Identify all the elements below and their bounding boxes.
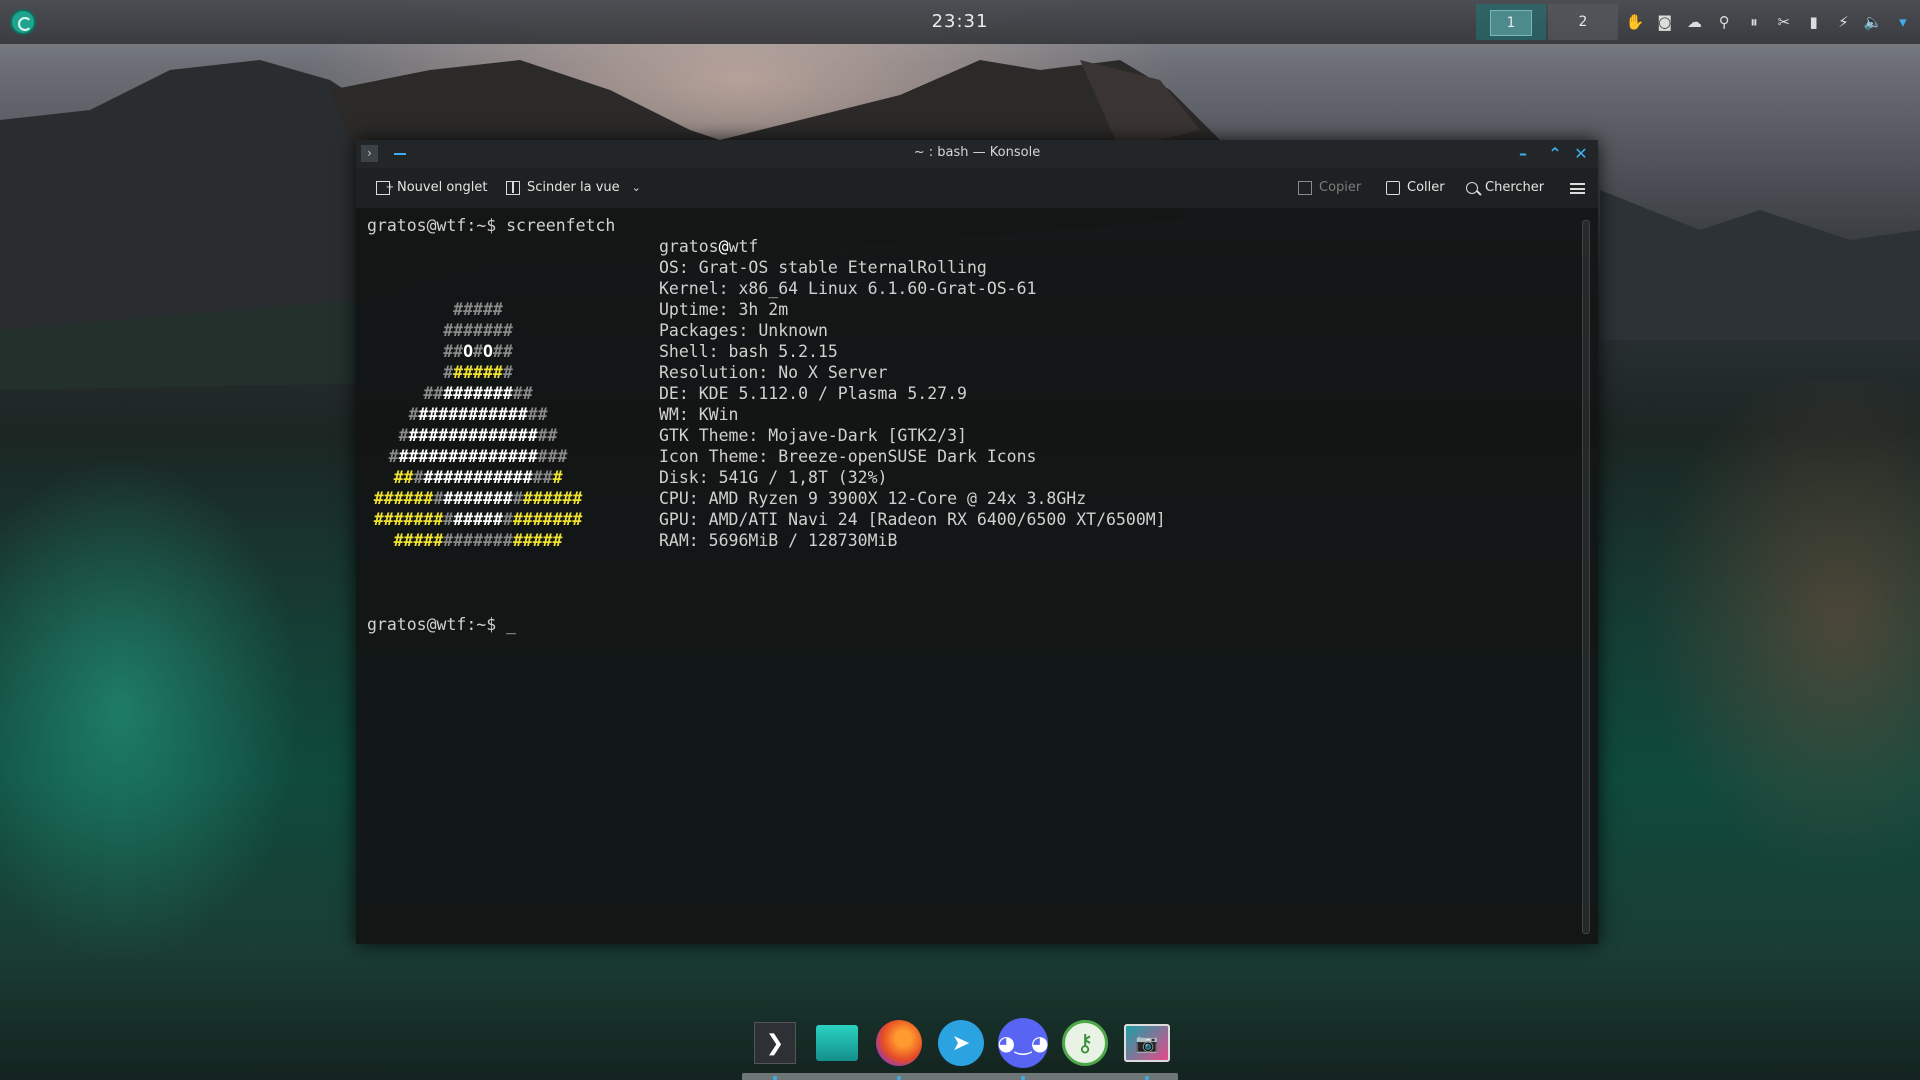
system-info-line: RAM: 5696MiB / 128730MiB: [659, 531, 898, 550]
desktop-2-button[interactable]: 2: [1548, 4, 1618, 40]
top-panel: 23:31 1 2 ✋ ◙ ☁ ⚲ ⏸ ✂ ▮ ⚡ 🔈 ▾: [0, 0, 1920, 44]
window-titlebar[interactable]: › ~ : bash — Konsole – ⌃ ✕: [356, 140, 1598, 168]
dock-telegram[interactable]: ➤: [930, 1014, 992, 1072]
system-info-line: Icon Theme: Breeze-openSUSE Dark Icons: [659, 447, 1037, 466]
dock-firefox[interactable]: [868, 1014, 930, 1072]
wallpaper-water: [0, 380, 380, 1080]
split-view-icon: [506, 181, 520, 195]
network-icon[interactable]: ⚡: [1832, 11, 1854, 33]
at-sign: @: [718, 237, 729, 256]
key-icon: ⚷: [1062, 1020, 1108, 1066]
new-tab-icon: [376, 178, 394, 198]
logo-row: #####################: [373, 510, 583, 529]
paste-label: Coller: [1407, 180, 1445, 195]
new-tab-label: Nouvel onglet: [397, 180, 488, 195]
system-info-line: Uptime: 3h 2m: [659, 300, 789, 319]
search-icon: [1466, 182, 1478, 194]
logo-row: ##O#O##: [443, 342, 513, 361]
minimize-button[interactable]: –: [1512, 143, 1534, 165]
telegram-icon: ➤: [938, 1020, 984, 1066]
dock-bar: [742, 1073, 1178, 1080]
logo-row: ##############: [408, 405, 548, 424]
prompt-line-1: gratos@wtf:~$ screenfetch: [367, 216, 616, 235]
usb-device-icon[interactable]: ▮: [1803, 11, 1825, 33]
prompt-line-2: gratos@wtf:~$ _: [367, 615, 517, 634]
system-info-line: GPU: AMD/ATI Navi 24 [Radeon RX 6400/650…: [659, 510, 1166, 529]
discord-tray-icon[interactable]: ◙: [1654, 11, 1676, 33]
system-info-line: Packages: Unknown: [659, 321, 828, 340]
close-button[interactable]: ✕: [1570, 143, 1592, 165]
location-icon[interactable]: ⚲: [1713, 11, 1735, 33]
media-pause-icon[interactable]: ⏸: [1743, 11, 1765, 33]
terminal-icon: ❯: [754, 1022, 796, 1064]
logo-row: #######: [443, 363, 513, 382]
maximize-button[interactable]: ⌃: [1544, 143, 1566, 165]
split-view-button[interactable]: Scinder la vue ⌄: [506, 178, 641, 198]
konsole-toolbar: Nouvel onglet Scinder la vue ⌄ Copier Co…: [356, 168, 1598, 208]
hostname: wtf: [728, 237, 759, 256]
logo-row: #####: [453, 300, 503, 319]
camera-icon: 📷: [1124, 1024, 1170, 1062]
dock-terminal[interactable]: ❯: [744, 1014, 806, 1072]
konsole-window: › ~ : bash — Konsole – ⌃ ✕ Nouvel onglet…: [356, 140, 1598, 944]
dock-screenshot[interactable]: 📷: [1116, 1014, 1178, 1072]
search-label: Chercher: [1485, 180, 1545, 195]
split-view-label: Scinder la vue: [527, 180, 620, 195]
dock: ❯ ➤ ◕‿◕ ⚷ 📷: [744, 1014, 1180, 1080]
scrollbar[interactable]: [1582, 220, 1590, 934]
running-indicator: [1145, 1076, 1149, 1080]
dock-files[interactable]: [806, 1014, 868, 1072]
copy-button[interactable]: Copier: [1298, 178, 1361, 198]
system-info-line: WM: KWin: [659, 405, 739, 424]
system-info-line: Kernel: x86_64 Linux 6.1.60-Grat-OS-61: [659, 279, 1037, 298]
chevron-down-icon[interactable]: ⌄: [632, 178, 641, 198]
logo-row: #################: [393, 468, 563, 487]
discord-icon: ◕‿◕: [998, 1018, 1049, 1068]
window-title: ~ : bash — Konsole: [913, 145, 1041, 160]
new-tab-button[interactable]: Nouvel onglet: [376, 178, 488, 198]
copy-label: Copier: [1319, 180, 1362, 195]
logo-row: #################: [393, 531, 563, 550]
desktop-1-button[interactable]: 1: [1476, 4, 1546, 40]
logo-row: ################: [398, 426, 558, 445]
folder-icon: [816, 1025, 858, 1061]
logo-row: ###########: [423, 384, 533, 403]
system-info-line: Disk: 541G / 1,8T (32%): [659, 468, 888, 487]
kdeconnect-icon[interactable]: ✂: [1773, 11, 1795, 33]
system-info-line: Resolution: No X Server: [659, 363, 888, 382]
username: gratos: [659, 237, 719, 256]
volume-icon[interactable]: 🔈: [1862, 11, 1884, 33]
logo-row: #######: [443, 321, 513, 340]
terminal-view[interactable]: gratos@wtf:~$ screenfetch gratos@wtf OS:…: [363, 212, 1583, 938]
hamburger-menu-icon[interactable]: [1570, 183, 1585, 194]
logo-row: ##################: [388, 447, 568, 466]
system-info-line: CPU: AMD Ryzen 9 3900X 12-Core @ 24x 3.8…: [659, 489, 1087, 508]
desktop-1-label: 1: [1490, 10, 1532, 36]
system-tray: ✋ ◙ ☁ ⚲ ⏸ ✂ ▮ ⚡ 🔈 ▾: [1624, 10, 1914, 34]
system-info-line: OS: Grat-OS stable EternalRolling: [659, 258, 987, 277]
system-info-line: GTK Theme: Mojave-Dark [GTK2/3]: [659, 426, 967, 445]
dock-keepass[interactable]: ⚷: [1054, 1014, 1116, 1072]
firefox-icon: [876, 1020, 922, 1066]
paste-icon: [1386, 181, 1400, 195]
wallpaper-rocks: [1590, 380, 1920, 980]
cloud-sync-icon[interactable]: ☁: [1684, 11, 1706, 33]
red-app-icon[interactable]: ✋: [1624, 11, 1646, 33]
system-info-line: Shell: bash 5.2.15: [659, 342, 838, 361]
search-button[interactable]: Chercher: [1466, 178, 1544, 198]
tray-expand-icon[interactable]: ▾: [1892, 11, 1914, 33]
dock-discord[interactable]: ◕‿◕: [992, 1014, 1054, 1072]
running-indicator: [1021, 1076, 1025, 1080]
system-info-line: DE: KDE 5.112.0 / Plasma 5.27.9: [659, 384, 967, 403]
paste-button[interactable]: Coller: [1386, 178, 1445, 198]
user-host-line: gratos@wtf: [659, 237, 758, 256]
logo-row: #####################: [373, 489, 583, 508]
running-indicator: [773, 1076, 777, 1080]
running-indicator: [897, 1076, 901, 1080]
copy-icon: [1298, 181, 1312, 195]
